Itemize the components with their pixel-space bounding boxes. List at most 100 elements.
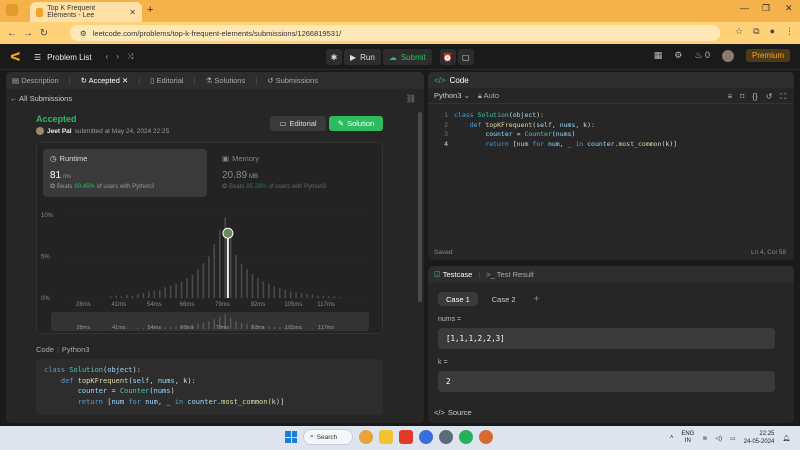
add-case-icon[interactable]: + [534, 294, 540, 305]
editor-line[interactable]: class Solution(object): [454, 111, 677, 121]
editor-line[interactable]: return [num for num, _ in counter.most_c… [454, 140, 677, 150]
runtime-card[interactable]: ◷ Runtime 81 ms ✪ Beats 90.45% of users with … [43, 149, 207, 197]
clock-icon: ◷ [50, 154, 57, 163]
chrome-alt-icon[interactable] [479, 430, 493, 444]
timer-button[interactable]: ⏰ [439, 49, 456, 65]
scrollbar[interactable] [418, 112, 422, 302]
close-tab-icon[interactable]: ✕ [122, 76, 128, 85]
browser-more-icon[interactable]: ⋮ [785, 26, 794, 37]
clock[interactable]: 22:25 24-05-2024 [744, 430, 775, 446]
next-problem-icon[interactable]: › [116, 52, 127, 61]
k-label: k = [438, 359, 448, 366]
nums-input[interactable]: [1,1,1,2,2,3] [438, 328, 775, 349]
streak-counter[interactable]: ♨ 0 [694, 50, 710, 61]
editorial-button[interactable]: ▭ Editorial [270, 116, 326, 131]
problem-list-link[interactable]: Problem List [47, 53, 91, 62]
line-number: 2 [444, 120, 448, 129]
reset-icon[interactable]: ↺ [766, 92, 773, 102]
notes-button[interactable]: ▢ [457, 49, 474, 65]
format-icon[interactable]: ≡ [728, 92, 733, 102]
wifi-icon[interactable]: ≋ [702, 435, 707, 442]
braces-icon[interactable]: {} [752, 92, 757, 102]
fullscreen-icon[interactable]: ⛶ [780, 92, 786, 102]
auto-toggle[interactable]: 🔒︎ Auto [478, 91, 499, 101]
windows-start-icon[interactable] [285, 431, 297, 443]
close-window-icon[interactable]: ✕ [785, 3, 793, 14]
tab-test-result[interactable]: >_ Test Result [486, 270, 534, 279]
distribution-bar [213, 244, 216, 298]
notifications-icon[interactable]: 🔔︎ [782, 435, 790, 442]
runtime-beats-label: Beats [57, 183, 73, 190]
editor-line[interactable]: def topKFrequent(self, nums, k): [454, 121, 677, 131]
browser-tab[interactable]: Top K Frequent Elements - Lee ✕ [30, 2, 142, 22]
language-indicator[interactable]: ENG IN [681, 431, 694, 445]
tab-solutions[interactable]: ⚗ Solutions [206, 76, 246, 85]
code-editor[interactable]: 1234 class Solution(object): def topKFre… [428, 108, 794, 238]
profile-avatar[interactable]: ● [770, 26, 775, 37]
taskbar-search[interactable]: ⌕ Search [303, 429, 353, 445]
runtime-unit: ms [63, 174, 72, 180]
settings-icon[interactable] [439, 430, 453, 444]
url-field[interactable]: ⚙ leetcode.com/problems/top-k-frequent-e… [70, 25, 720, 41]
minimap-bar [273, 326, 275, 329]
distribution-bar [317, 295, 319, 298]
code-line: class Solution(object): [44, 366, 141, 374]
youtube-icon[interactable] [399, 430, 413, 444]
debug-button[interactable]: ✱ [326, 49, 342, 65]
memory-unit: MB [249, 174, 259, 180]
leetcode-logo-icon[interactable]: ᐸ [10, 50, 24, 64]
case-1-tab[interactable]: Case 1 [438, 292, 478, 306]
minimap-bar [229, 318, 232, 329]
k-input[interactable]: 2 [438, 371, 775, 392]
close-tab-icon[interactable]: ✕ [129, 8, 136, 17]
language-select[interactable]: Python3 ⌄ [434, 91, 470, 100]
minimize-icon[interactable]: — [740, 3, 749, 13]
tab-testcase[interactable]: ☑ Testcase [434, 270, 472, 279]
volume-icon[interactable]: ◁) [715, 435, 722, 442]
submission-panel: ▤ Description | ↻ Accepted ✕ | ▯ Editori… [6, 72, 424, 423]
tab-editorial[interactable]: ▯ Editorial [150, 76, 183, 85]
layout-icon[interactable]: ▦ [654, 50, 663, 61]
prev-problem-icon[interactable]: ‹ [106, 52, 117, 61]
settings-gear-icon[interactable]: ⚙ [674, 50, 682, 61]
editor-line[interactable]: counter = Counter(nums) [454, 130, 677, 140]
tab-accepted[interactable]: ↻ Accepted ✕ [81, 76, 129, 85]
run-button[interactable]: ▶ Run [344, 49, 381, 65]
forward-icon[interactable]: → [20, 28, 36, 39]
solution-button[interactable]: ✎ Solution [329, 116, 383, 131]
memory-beats-suffix: of users with Python3 [268, 183, 327, 190]
source-toggle[interactable]: </> Source [434, 408, 472, 417]
shuffle-icon[interactable]: ⤨ [127, 52, 141, 61]
tab-description[interactable]: ▤ Description [12, 76, 59, 85]
new-tab-icon[interactable]: + [147, 4, 153, 16]
memory-card[interactable]: ▣ Memory 20.89 MB ✪ Beats 85.29% of users wit… [215, 149, 379, 197]
chrome-icon[interactable] [359, 430, 373, 444]
chrome-profile-icon[interactable] [419, 430, 433, 444]
x-tick-label: 28ms [76, 302, 91, 308]
tab-title: Top K Frequent Elements - Lee [47, 5, 96, 19]
file-explorer-icon[interactable] [379, 430, 393, 444]
performance-stats: ◷ Runtime 81 ms ✪ Beats 90.45% of users with … [36, 142, 383, 334]
y-tick-label: 0% [41, 296, 50, 302]
share-link-icon[interactable]: ⛓ [406, 94, 416, 103]
editor-lines[interactable]: class Solution(object): def topKFrequent… [454, 111, 677, 149]
all-submissions-link[interactable]: ← All Submissions [10, 94, 72, 103]
tray-chevron-icon[interactable]: ˄ [670, 435, 674, 441]
tab-submissions[interactable]: ↺ Submissions [267, 76, 318, 85]
submit-button[interactable]: ☁ Submit [382, 49, 432, 65]
whatsapp-icon[interactable] [459, 430, 473, 444]
case-2-tab[interactable]: Case 2 [484, 292, 524, 306]
user-avatar[interactable] [721, 49, 734, 62]
site-info-icon[interactable]: ⚙ [80, 29, 87, 38]
back-icon[interactable]: ← [4, 28, 20, 39]
bookmark-icon[interactable]: ⌑ [740, 92, 744, 102]
premium-button[interactable]: Premium [745, 49, 790, 62]
bookmark-star-icon[interactable]: ☆ [735, 26, 743, 37]
maximize-icon[interactable]: ❐ [762, 3, 770, 14]
reload-icon[interactable]: ↻ [36, 28, 52, 39]
browser-menu-icon[interactable] [6, 4, 18, 16]
submitter-name[interactable]: Jeet Pal [47, 128, 72, 135]
extensions-icon[interactable]: ⧉ [753, 26, 759, 37]
battery-icon[interactable]: ▭ [730, 435, 736, 442]
runtime-distribution-chart[interactable]: 10% 5% 0% 28ms 41ms 54ms 66ms 79ms 92ms 105ms 117… [37, 201, 384, 334]
